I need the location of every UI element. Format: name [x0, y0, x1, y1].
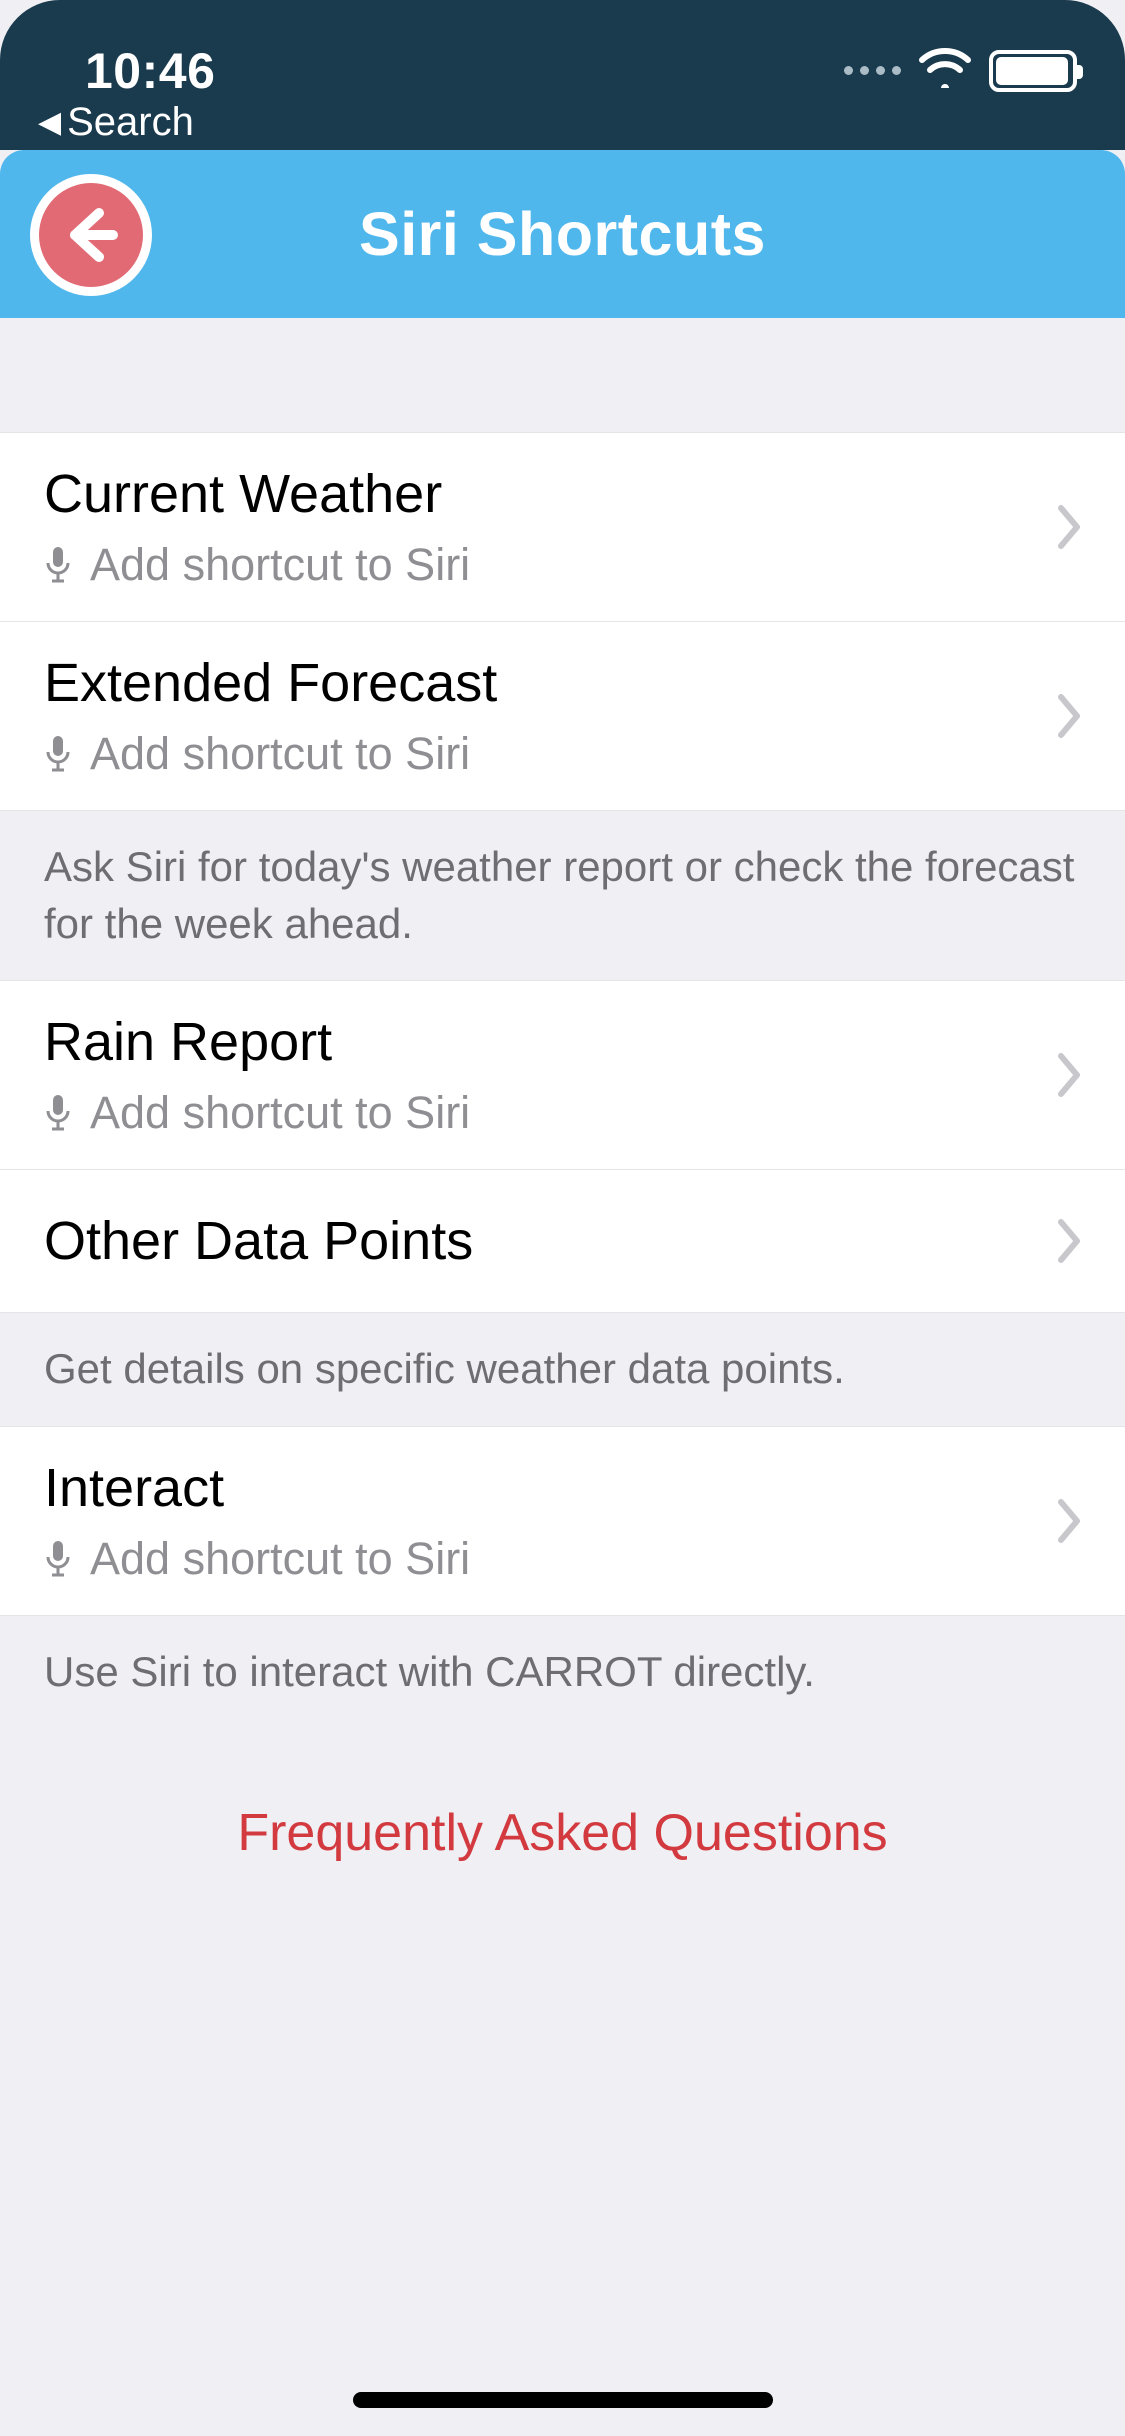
cell-title: Extended Forecast	[44, 652, 1081, 714]
battery-icon	[989, 50, 1077, 92]
cell-subtitle: Add shortcut to Siri	[90, 728, 470, 780]
cell-subtitle: Add shortcut to Siri	[90, 539, 470, 591]
faq-link[interactable]: Frequently Asked Questions	[0, 1729, 1125, 1863]
cell-title: Current Weather	[44, 463, 1081, 525]
section-details: Rain Report Add shortcut to Siri Other D…	[0, 980, 1125, 1313]
chevron-right-icon	[1055, 502, 1085, 552]
section-interact: Interact Add shortcut to Siri	[0, 1426, 1125, 1616]
cell-other-data-points[interactable]: Other Data Points	[0, 1169, 1125, 1312]
cell-title: Interact	[44, 1457, 1081, 1519]
caret-left-icon: ◀	[38, 108, 61, 138]
section-weather: Current Weather Add shortcut to Siri Ext…	[0, 432, 1125, 811]
section-footer: Use Siri to interact with CARROT directl…	[0, 1616, 1125, 1729]
cell-extended-forecast[interactable]: Extended Forecast Add shortcut to Siri	[0, 621, 1125, 810]
breadcrumb-back[interactable]: ◀ Search	[38, 100, 194, 145]
breadcrumb-back-label: Search	[67, 100, 194, 145]
mic-icon	[44, 1093, 72, 1133]
mic-icon	[44, 545, 72, 585]
cell-rain-report[interactable]: Rain Report Add shortcut to Siri	[0, 981, 1125, 1169]
status-indicators	[844, 48, 1077, 93]
section-footer: Ask Siri for today's weather report or c…	[0, 811, 1125, 980]
cell-interact[interactable]: Interact Add shortcut to Siri	[0, 1427, 1125, 1615]
cell-current-weather[interactable]: Current Weather Add shortcut to Siri	[0, 433, 1125, 621]
cell-subtitle: Add shortcut to Siri	[90, 1087, 470, 1139]
wifi-icon	[919, 48, 971, 93]
page-title: Siri Shortcuts	[359, 199, 766, 269]
arrow-left-icon	[61, 205, 121, 265]
cell-title: Rain Report	[44, 1011, 1081, 1073]
cell-title: Other Data Points	[44, 1210, 1081, 1272]
status-time: 10:46	[85, 42, 215, 100]
mic-icon	[44, 734, 72, 774]
chevron-right-icon	[1055, 691, 1085, 741]
page-header: Siri Shortcuts	[0, 150, 1125, 318]
back-button[interactable]	[30, 174, 152, 296]
status-bar: 10:46 ◀ Search	[0, 0, 1125, 150]
home-indicator[interactable]	[353, 2392, 773, 2408]
signal-dots-icon	[844, 66, 901, 75]
chevron-right-icon	[1055, 1496, 1085, 1546]
cell-subtitle: Add shortcut to Siri	[90, 1533, 470, 1585]
chevron-right-icon	[1055, 1050, 1085, 1100]
chevron-right-icon	[1055, 1216, 1085, 1266]
mic-icon	[44, 1539, 72, 1579]
section-footer: Get details on specific weather data poi…	[0, 1313, 1125, 1426]
